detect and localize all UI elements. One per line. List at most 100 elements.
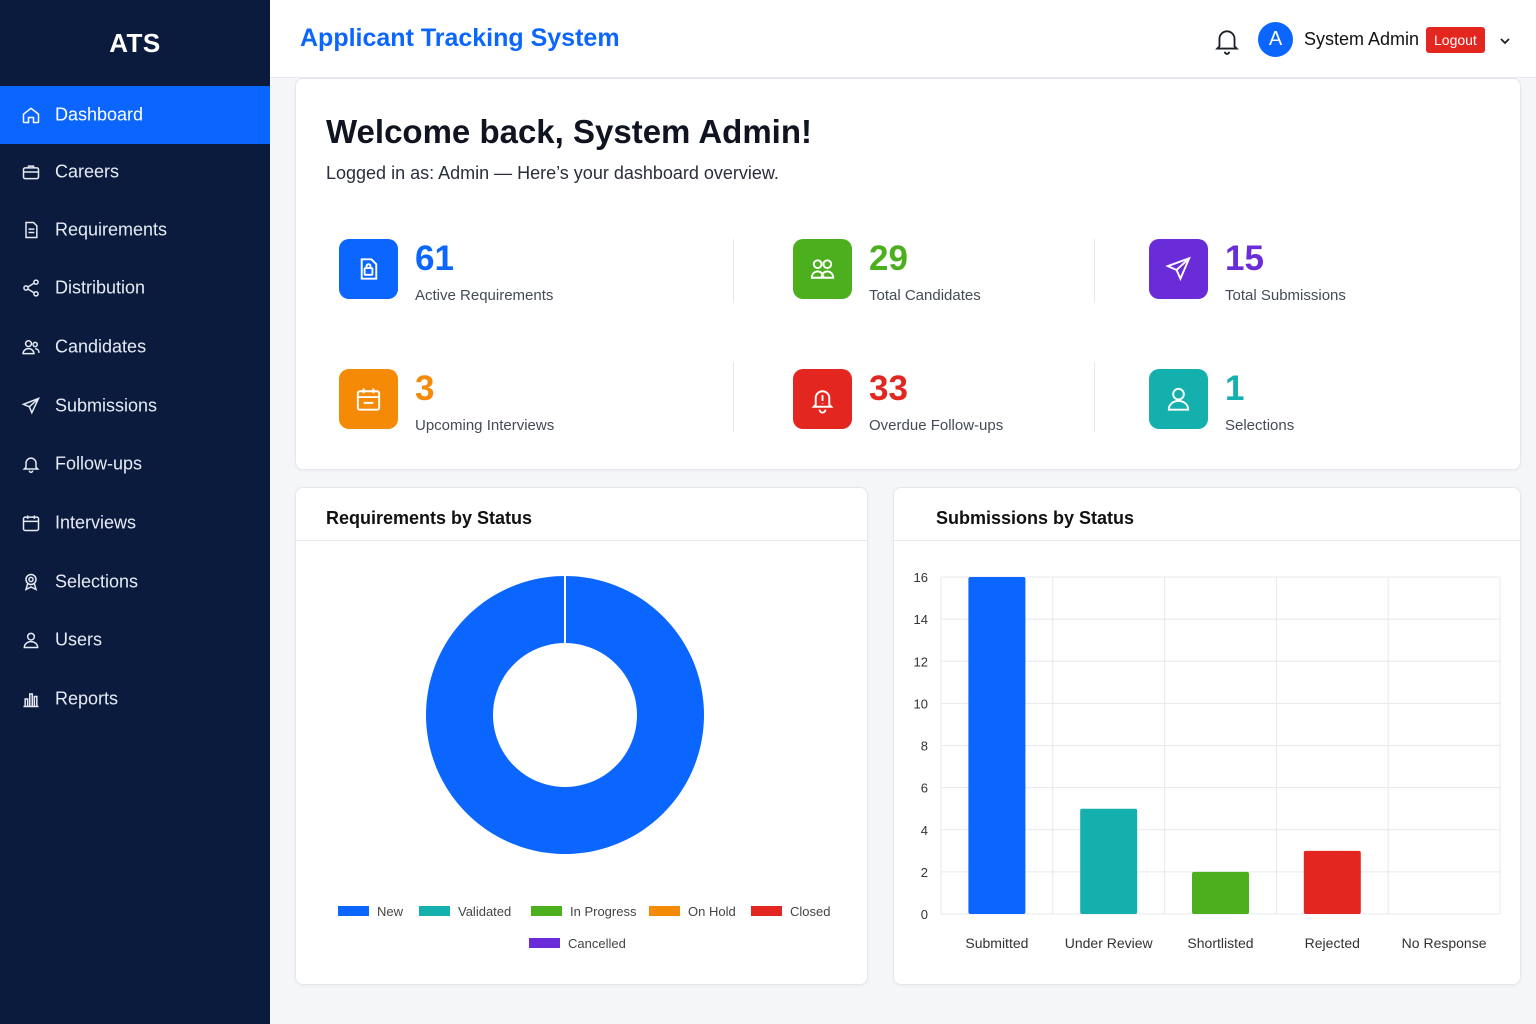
y-tick-label: 6 bbox=[921, 781, 928, 796]
legend-label: Cancelled bbox=[568, 935, 626, 951]
brand-logo[interactable]: ATS bbox=[0, 0, 270, 86]
divider bbox=[296, 540, 867, 541]
stat-label: Selections bbox=[1225, 417, 1295, 434]
award-icon bbox=[24, 573, 38, 591]
sidebar-item-users[interactable]: Users bbox=[0, 611, 270, 669]
users-icon bbox=[22, 340, 40, 355]
legend-swatch bbox=[531, 906, 562, 916]
sidebar-item-label: Interviews bbox=[55, 512, 137, 533]
sidebar-item-submissions[interactable]: Submissions bbox=[0, 377, 270, 435]
stat-value: 61 bbox=[415, 239, 454, 278]
sidebar-item-distribution[interactable]: Distribution bbox=[0, 259, 270, 317]
requirements-icon bbox=[339, 239, 398, 299]
panel-title: Requirements by Status bbox=[326, 508, 533, 528]
calendar-icon bbox=[339, 369, 398, 429]
requirements-by-status-panel: Requirements by Status New Validated In Pr… bbox=[295, 487, 868, 985]
stat-label: Active Requirements bbox=[415, 287, 554, 304]
stat-value: 1 bbox=[1225, 369, 1245, 408]
chevron-down-icon[interactable] bbox=[1498, 34, 1512, 48]
bar-submitted[interactable] bbox=[968, 577, 1026, 914]
y-tick-label: 12 bbox=[914, 654, 928, 669]
alert-icon bbox=[793, 369, 852, 429]
stat-total-candidates[interactable]: 29 Total Candidates bbox=[793, 239, 1073, 304]
candidates-icon bbox=[793, 239, 852, 299]
divider bbox=[733, 239, 734, 303]
stat-upcoming-interviews[interactable]: 3 Upcoming Interviews bbox=[339, 369, 639, 434]
divider bbox=[733, 362, 734, 432]
submissions-by-status-panel: Submissions by Status 0 2 4 6 8 10 12 14 16 Submi… bbox=[893, 487, 1521, 985]
stat-overdue-follow-ups[interactable]: 33 Overdue Follow-ups bbox=[793, 369, 1073, 434]
x-tick-label: Shortlisted bbox=[1187, 935, 1253, 951]
submissions-bar-chart: 0 2 4 6 8 10 12 14 16 Submitted Under Review Shortl… bbox=[914, 570, 1501, 951]
bar-chart-icon bbox=[23, 693, 39, 708]
legend-item-closed[interactable]: Closed bbox=[751, 904, 830, 919]
sidebar-item-reports[interactable]: Reports bbox=[0, 670, 270, 728]
sidebar: ATS Dashboard Careers Requirements Distr… bbox=[0, 0, 270, 1024]
home-icon bbox=[22, 107, 40, 124]
y-tick-label: 16 bbox=[914, 570, 928, 585]
legend-label: Validated bbox=[458, 903, 512, 919]
stat-label: Upcoming Interviews bbox=[415, 417, 555, 434]
requirements-donut-chart bbox=[425, 576, 704, 854]
bar-rejected[interactable] bbox=[1303, 850, 1361, 914]
legend-item-new[interactable]: New bbox=[338, 904, 403, 919]
stat-value: 3 bbox=[415, 369, 435, 408]
divider bbox=[894, 540, 1520, 541]
stat-active-requirements[interactable]: 61 Active Requirements bbox=[339, 239, 639, 304]
sidebar-item-follow-ups[interactable]: Follow-ups bbox=[0, 435, 270, 493]
stat-label: Total Candidates bbox=[869, 287, 981, 304]
stat-total-submissions[interactable]: 15 Total Submissions bbox=[1149, 239, 1449, 304]
sidebar-item-label: Reports bbox=[55, 688, 119, 709]
top-header: Applicant Tracking System A System Admin… bbox=[270, 0, 1536, 78]
legend-swatch bbox=[649, 906, 680, 916]
bell-icon bbox=[22, 457, 40, 474]
sidebar-item-requirements[interactable]: Requirements bbox=[0, 201, 270, 259]
sidebar-item-careers[interactable]: Careers bbox=[0, 143, 270, 201]
sidebar-item-label: Careers bbox=[55, 161, 120, 182]
sidebar-item-dashboard[interactable]: Dashboard bbox=[0, 86, 270, 144]
welcome-title: Welcome back, System Admin! bbox=[326, 113, 812, 150]
app-title: Applicant Tracking System bbox=[300, 24, 620, 52]
legend-item-on-hold[interactable]: On Hold bbox=[649, 903, 736, 919]
welcome-subtitle: Logged in as: Admin — Here’s your dashbo… bbox=[326, 163, 779, 183]
x-tick-label: Submitted bbox=[965, 935, 1028, 951]
sidebar-item-label: Requirements bbox=[55, 219, 168, 240]
share-icon bbox=[23, 279, 39, 297]
legend-label: On Hold bbox=[688, 903, 736, 919]
logout-button[interactable]: Logout bbox=[1426, 27, 1485, 53]
legend-item-validated[interactable]: Validated bbox=[419, 903, 512, 919]
sidebar-item-selections[interactable]: Selections bbox=[0, 553, 270, 611]
user-name[interactable]: System Admin bbox=[1304, 29, 1419, 50]
x-tick-label: Rejected bbox=[1305, 935, 1360, 951]
sidebar-item-label: Users bbox=[55, 629, 103, 650]
y-tick-label: 8 bbox=[921, 739, 928, 754]
legend-item-cancelled[interactable]: Cancelled bbox=[529, 935, 626, 951]
stat-label: Overdue Follow-ups bbox=[869, 417, 1004, 434]
user-icon bbox=[1149, 369, 1208, 429]
sidebar-item-label: Selections bbox=[55, 571, 139, 592]
x-tick-label: No Response bbox=[1402, 935, 1487, 951]
x-tick-label: Under Review bbox=[1065, 935, 1154, 951]
y-tick-label: 0 bbox=[921, 907, 928, 922]
sidebar-item-interviews[interactable]: Interviews bbox=[0, 494, 270, 552]
calendar-icon bbox=[22, 515, 40, 532]
sidebar-item-label: Distribution bbox=[55, 277, 146, 298]
avatar[interactable]: A bbox=[1258, 22, 1293, 57]
user-icon bbox=[23, 632, 39, 649]
stat-selections[interactable]: 1 Selections bbox=[1149, 369, 1449, 434]
divider bbox=[1094, 239, 1095, 303]
bar-under-review[interactable] bbox=[1080, 808, 1138, 914]
notification-bell-icon[interactable] bbox=[1214, 27, 1240, 55]
stat-label: Total Submissions bbox=[1225, 287, 1346, 304]
panel-title: Submissions by Status bbox=[936, 508, 1135, 528]
stat-value: 15 bbox=[1225, 239, 1264, 278]
bar-shortlisted[interactable] bbox=[1192, 871, 1249, 914]
legend-label: In Progress bbox=[570, 903, 637, 919]
legend-item-in-progress[interactable]: In Progress bbox=[531, 903, 637, 919]
document-icon bbox=[25, 221, 38, 239]
sidebar-item-label: Follow-ups bbox=[55, 453, 143, 474]
stat-value: 29 bbox=[869, 239, 908, 278]
sidebar-item-candidates[interactable]: Candidates bbox=[0, 318, 270, 376]
stat-value: 33 bbox=[869, 369, 908, 408]
legend-swatch bbox=[419, 906, 450, 916]
